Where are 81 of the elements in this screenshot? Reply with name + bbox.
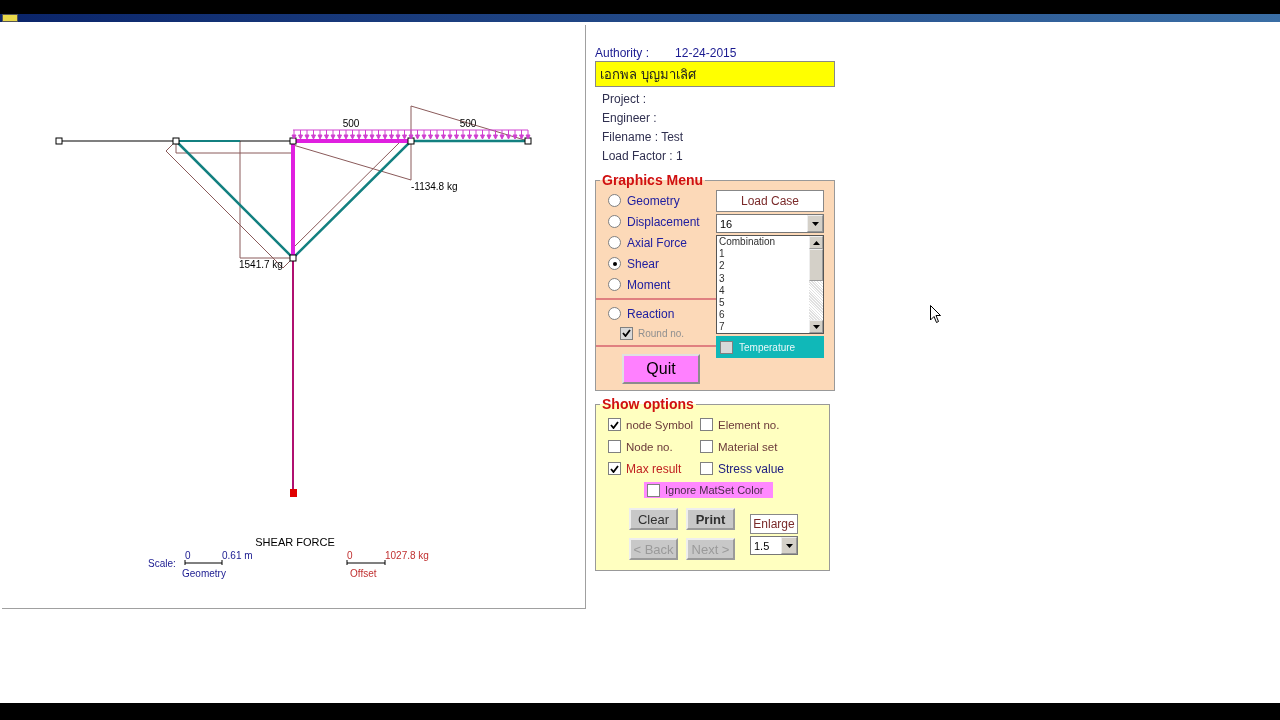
checkbox-label: Ignore MatSet Color — [665, 484, 764, 496]
scale-caption: Offset — [350, 568, 377, 579]
checkbox[interactable] — [608, 440, 621, 453]
scale-caption: Geometry — [182, 568, 226, 579]
option-label[interactable]: Axial Force — [627, 235, 688, 250]
info-field: Load Factor : 1 — [595, 147, 835, 166]
panel-title: Graphics Menu — [601, 172, 705, 188]
checkbox-label: Stress value — [718, 461, 785, 476]
action-button[interactable]: Print — [686, 508, 735, 530]
info-field: Project : — [595, 90, 835, 109]
caret-down-icon — [811, 221, 819, 226]
radio-button[interactable] — [608, 307, 621, 320]
radio-button[interactable] — [608, 257, 621, 270]
dropdown-icon[interactable] — [781, 537, 797, 554]
checkbox-label: Material set — [718, 440, 778, 453]
panel-title: Show options — [601, 396, 695, 412]
enlarge-select[interactable]: 1.5 — [750, 536, 798, 555]
list-item[interactable]: 6 — [719, 309, 809, 322]
enlarge-title: Enlarge — [750, 514, 798, 534]
scrollbar[interactable] — [809, 236, 823, 333]
radio-button[interactable] — [608, 194, 621, 207]
list-item[interactable]: 7 — [719, 321, 809, 333]
list-item[interactable]: 5 — [719, 297, 809, 310]
checkbox-label: node Symbol — [626, 418, 694, 431]
action-button[interactable]: Clear — [629, 508, 678, 530]
option-label[interactable]: Displacement — [627, 214, 700, 229]
owner-name: เอกพล บุญมาเลิศ — [595, 61, 835, 87]
quit-button[interactable]: Quit — [622, 354, 700, 384]
authority-label: Authority : — [595, 46, 650, 60]
shear-value: -1134.8 kg — [411, 181, 458, 192]
check-icon — [610, 464, 619, 473]
caret-down-icon — [812, 324, 820, 329]
checkbox-label: Max result — [626, 461, 682, 476]
caret-down-icon — [785, 543, 793, 548]
checkbox-label: Round no. — [638, 327, 685, 339]
load-case-list[interactable]: Combination 1 2 3 4 5 6 7 — [716, 235, 824, 334]
load-case-select[interactable]: 16 — [716, 214, 824, 233]
checkbox[interactable] — [647, 483, 660, 497]
option-label[interactable]: Reaction — [627, 306, 675, 321]
checkbox[interactable] — [700, 440, 713, 453]
ignore-matset-option[interactable]: Ignore MatSet Color — [644, 482, 774, 498]
scale-bar — [346, 559, 386, 566]
check-icon — [610, 420, 619, 429]
checkbox-label: Temperature — [739, 341, 796, 353]
authority-date: 12-24-2015 — [675, 46, 737, 60]
load-value: 500 — [342, 118, 360, 129]
checkbox-label: Node no. — [626, 440, 673, 453]
scale-start: 0 — [347, 550, 353, 561]
option-label[interactable]: Geometry — [627, 193, 680, 208]
check-icon — [622, 329, 631, 337]
scale-start: 0 — [185, 550, 191, 561]
checkbox[interactable] — [608, 462, 621, 475]
list-item[interactable]: 2 — [719, 260, 809, 273]
list-item[interactable]: 1 — [719, 248, 809, 261]
checkbox[interactable] — [700, 462, 713, 475]
checkbox[interactable] — [700, 418, 713, 431]
scale-bar — [184, 559, 223, 566]
checkbox-label: Element no. — [718, 418, 780, 431]
list-item[interactable]: 3 — [719, 272, 809, 285]
radio-button[interactable] — [608, 236, 621, 249]
cursor-icon — [930, 305, 941, 323]
option-label[interactable]: Moment — [627, 277, 671, 292]
checkbox[interactable] — [720, 340, 733, 354]
app-icon — [2, 14, 18, 22]
checkbox[interactable] — [608, 418, 621, 431]
option-label[interactable]: Shear — [627, 256, 660, 271]
radio-button[interactable] — [608, 278, 621, 291]
info-field: Engineer : — [595, 109, 835, 128]
load-value: 500 — [459, 118, 477, 129]
list-item[interactable]: 4 — [719, 284, 809, 297]
load-case-title: Load Case — [716, 190, 824, 212]
scale-end: 1027.8 kg — [385, 550, 429, 561]
shear-value: 1541.7 kg — [239, 259, 283, 270]
dropdown-icon[interactable] — [807, 215, 823, 232]
scale-end: 0.61 m — [222, 550, 253, 561]
list-item[interactable]: Combination — [719, 236, 809, 249]
scale-label: Scale: — [148, 558, 176, 569]
diagram-title: SHEAR FORCE — [255, 536, 335, 548]
radio-button[interactable] — [608, 215, 621, 228]
info-field: Filename : Test — [595, 128, 835, 147]
caret-up-icon — [812, 240, 820, 245]
